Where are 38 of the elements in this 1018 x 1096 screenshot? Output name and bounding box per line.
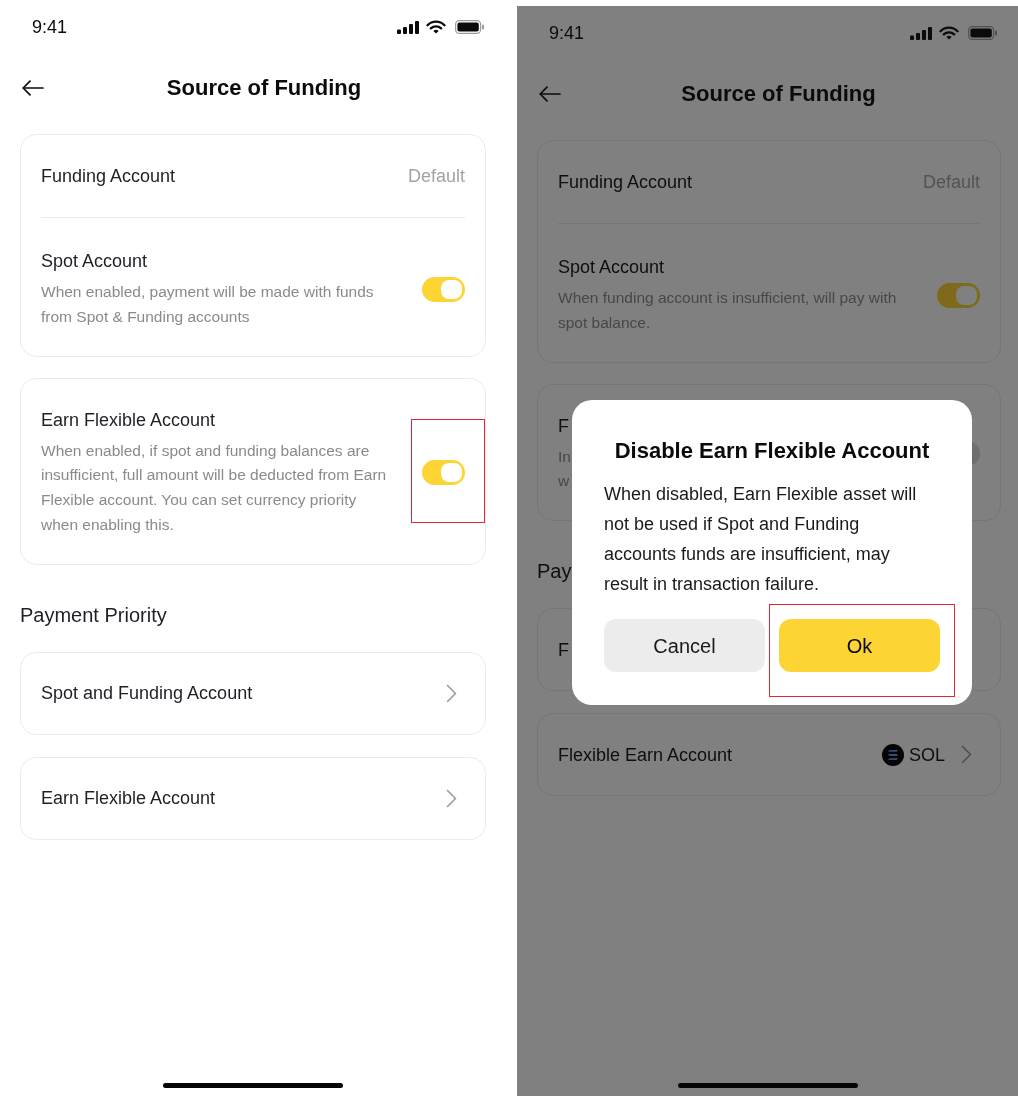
ok-button[interactable]: Ok bbox=[779, 619, 940, 672]
priority-item[interactable]: Flexible Earn Account SOL bbox=[537, 713, 1001, 796]
status-time: 9:41 bbox=[32, 16, 68, 38]
row-label: Funding Account bbox=[558, 171, 693, 194]
dialog-title: Disable Earn Flexible Account bbox=[613, 437, 931, 465]
section-heading: Pay bbox=[537, 559, 572, 584]
toggle-switch[interactable] bbox=[422, 276, 465, 302]
setting-description: When enabled, if spot and funding balances are insufficient, full amount will be deducted from Earn Flexible account. You can set currency priority when enabling this. bbox=[41, 440, 387, 535]
setting-title: Earn Flexible Account bbox=[41, 408, 216, 432]
row-value: Default bbox=[407, 165, 465, 188]
setting-description: When enabled, payment will be made with funds from Spot & Funding accounts bbox=[41, 282, 374, 327]
setting-title: Spot Account bbox=[41, 250, 148, 273]
setting-title: Spot Account bbox=[558, 256, 665, 279]
signal-icon bbox=[397, 20, 419, 34]
toggle-switch[interactable] bbox=[937, 282, 980, 308]
setting-description: When funding account is insufficient, will pay with spot balance. bbox=[558, 288, 897, 333]
back-arrow-icon[interactable] bbox=[22, 80, 44, 96]
battery-icon bbox=[968, 26, 997, 40]
priority-item[interactable]: Spot and Funding Account bbox=[20, 651, 486, 735]
signal-icon bbox=[910, 26, 932, 40]
chevron-right-icon bbox=[446, 683, 457, 703]
row-label: Funding Account bbox=[41, 165, 176, 188]
chevron-right-icon bbox=[446, 788, 457, 808]
page-title: Source of Funding bbox=[681, 80, 876, 108]
page-title: Source of Funding bbox=[166, 74, 362, 102]
cancel-button[interactable]: Cancel bbox=[604, 619, 765, 672]
priority-item[interactable]: Earn Flexible Account bbox=[20, 756, 486, 840]
wifi-icon bbox=[426, 20, 446, 34]
setting-title: F bbox=[558, 414, 569, 438]
wifi-icon bbox=[939, 26, 959, 40]
asset-label: SOL bbox=[908, 743, 945, 767]
section-heading: Payment Priority bbox=[20, 602, 167, 628]
status-time: 9:41 bbox=[549, 22, 585, 44]
chevron-right-icon bbox=[961, 745, 972, 764]
token-icon bbox=[881, 743, 904, 766]
dialog-message: When disabled, Earn Flexible asset will not be used if Spot and Funding accounts funds are insufficient, may result in transaction failure. bbox=[604, 483, 918, 596]
toggle-switch[interactable] bbox=[422, 460, 465, 485]
battery-icon bbox=[455, 20, 484, 34]
